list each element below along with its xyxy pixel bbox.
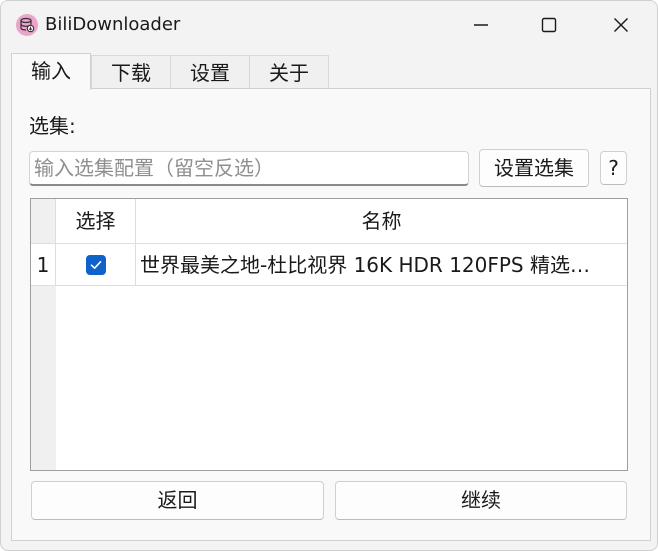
database-download-icon — [20, 17, 35, 33]
tab-about[interactable]: 关于 — [249, 55, 329, 89]
tab-settings[interactable]: 设置 — [170, 55, 250, 89]
row-header[interactable]: 1 — [31, 244, 56, 286]
column-header-name[interactable]: 名称 — [136, 199, 627, 244]
selection-config-input[interactable] — [29, 151, 469, 186]
maximize-icon — [541, 17, 557, 33]
back-button[interactable]: 返回 — [31, 481, 324, 520]
selection-label: 选集: — [29, 114, 76, 138]
close-icon — [614, 18, 628, 32]
tab-bar: 输入 下载 设置 关于 — [11, 53, 651, 90]
column-header-select[interactable]: 选择 — [56, 199, 136, 244]
minimize-button[interactable] — [457, 1, 505, 49]
title-bar[interactable]: BiliDownloader — [1, 1, 657, 49]
window-title: BiliDownloader — [45, 14, 181, 35]
set-selection-button[interactable]: 设置选集 — [479, 149, 589, 187]
minimize-icon — [474, 24, 488, 26]
app-icon — [16, 14, 38, 36]
tab-download[interactable]: 下载 — [91, 55, 171, 89]
checkmark-icon — [90, 260, 101, 269]
app-window: BiliDownloader 输入 下载 设置 关于 选集: 设置选集 ? — [0, 0, 658, 551]
tab-input[interactable]: 输入 — [11, 53, 91, 90]
table-cell-select[interactable] — [56, 244, 136, 286]
row-checkbox[interactable] — [85, 254, 106, 275]
close-button[interactable] — [597, 1, 645, 49]
table-cell-name[interactable]: 世界最美之地-杜比视界 16K HDR 120FPS 精选… — [136, 244, 627, 286]
table-corner[interactable] — [31, 199, 56, 244]
help-button[interactable]: ? — [600, 151, 627, 185]
episode-table[interactable]: 选择 名称 1 世界最美之地-杜比视界 16K HDR 120FPS 精选… — [30, 198, 628, 471]
continue-button[interactable]: 继续 — [335, 481, 627, 520]
maximize-button[interactable] — [525, 1, 573, 49]
